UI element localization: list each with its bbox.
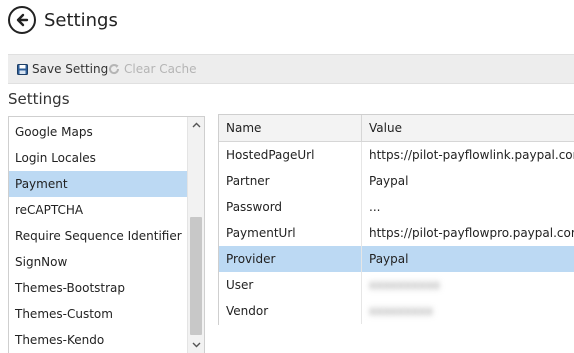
- scrollbar-thumb[interactable]: [190, 217, 202, 335]
- arrow-left-icon: [16, 13, 29, 27]
- section-title: Settings: [8, 90, 70, 108]
- chevron-up-icon: [192, 122, 200, 128]
- row-name: User: [226, 278, 254, 292]
- table-row[interactable]: Partner Paypal: [219, 168, 574, 194]
- row-value: Paypal: [361, 168, 574, 194]
- toolbar: Save Setting Clear Cache: [8, 54, 574, 84]
- row-value: https://pilot-payflowpro.paypal.com: [361, 220, 574, 246]
- table-row[interactable]: Provider Paypal: [219, 246, 574, 272]
- list-item[interactable]: Themes-Custom: [9, 301, 187, 327]
- save-setting-label: Save Setting: [32, 62, 109, 76]
- column-header-value[interactable]: Value: [361, 115, 574, 141]
- chevron-down-icon: [192, 342, 200, 348]
- clear-cache-label: Clear Cache: [124, 62, 197, 76]
- table-row[interactable]: Vendor xxxxxxxxx: [219, 298, 574, 324]
- list-item[interactable]: Payment: [9, 171, 187, 197]
- row-value-redacted: xxxxxxxxx: [361, 298, 574, 324]
- list-item[interactable]: Themes-Kendo: [9, 327, 187, 353]
- table-row[interactable]: Password ...: [219, 194, 574, 220]
- scroll-down-button[interactable]: [188, 337, 204, 353]
- row-value: https://pilot-payflowlink.paypal.com: [361, 142, 574, 168]
- scroll-up-button[interactable]: [188, 117, 204, 133]
- page-title: Settings: [44, 10, 118, 31]
- list-item[interactable]: reCAPTCHA: [9, 197, 187, 223]
- row-name: Password: [226, 200, 283, 214]
- redacted-value: xxxxxxxxxx: [369, 278, 441, 292]
- table-row[interactable]: User xxxxxxxxxx: [219, 272, 574, 298]
- save-setting-button[interactable]: Save Setting: [16, 55, 108, 83]
- refresh-icon: [108, 63, 120, 75]
- redacted-value: xxxxxxxxx: [369, 304, 433, 318]
- row-name: Vendor: [226, 304, 269, 318]
- row-name: Partner: [226, 174, 270, 188]
- list-scrollbar[interactable]: [187, 117, 204, 353]
- row-value: Paypal: [361, 246, 574, 272]
- row-name: Provider: [226, 252, 276, 266]
- list-item[interactable]: SignNow: [9, 249, 187, 275]
- row-value-redacted: xxxxxxxxxx: [361, 272, 574, 298]
- page-header: Settings: [0, 0, 574, 44]
- table-row[interactable]: HostedPageUrl https://pilot-payflowlink.…: [219, 142, 574, 168]
- back-button[interactable]: [8, 6, 36, 34]
- row-value: ...: [361, 194, 574, 220]
- row-name: PaymentUrl: [226, 226, 296, 240]
- grid-header: Name Value: [219, 115, 574, 142]
- clear-cache-button[interactable]: Clear Cache: [108, 55, 197, 83]
- list-item[interactable]: Themes-Bootstrap: [9, 275, 187, 301]
- settings-list: Google Maps Login Locales Payment reCAPT…: [8, 116, 205, 353]
- list-item[interactable]: Login Locales: [9, 145, 187, 171]
- row-name: HostedPageUrl: [226, 148, 315, 162]
- list-item[interactable]: Require Sequence Identifier: [9, 223, 187, 249]
- column-header-name[interactable]: Name: [219, 115, 361, 141]
- list-item[interactable]: Google Maps: [9, 119, 187, 145]
- table-row[interactable]: PaymentUrl https://pilot-payflowpro.payp…: [219, 220, 574, 246]
- floppy-disk-icon: [16, 63, 28, 75]
- settings-grid: Name Value HostedPageUrl https://pilot-p…: [218, 114, 574, 325]
